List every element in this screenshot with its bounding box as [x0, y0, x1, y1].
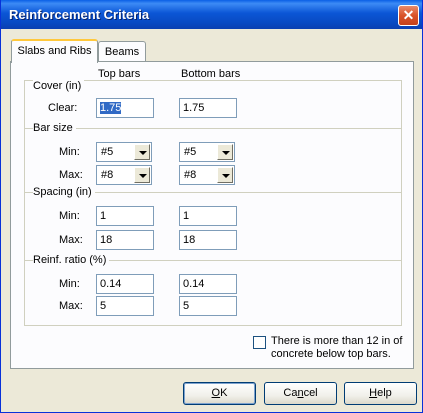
ok-button[interactable]: OK [183, 382, 256, 405]
spacing-min-top-value: 1 [100, 210, 107, 222]
tab-beams[interactable]: Beams [98, 41, 146, 63]
dialog-window: Reinforcement Criteria ✕ Slabs and Ribs … [0, 0, 423, 413]
cover-clear-label: Clear: [48, 102, 78, 114]
bar-size-max-top-value: #8 [101, 169, 114, 181]
cover-top-value: 1.75 [100, 102, 122, 114]
help-label: elp [377, 387, 392, 399]
ratio-min-top-value: 0.14 [100, 278, 122, 290]
tab-beams-label: Beams [104, 46, 140, 58]
ok-accel: O [211, 387, 221, 399]
column-header-top-bars: Top bars [98, 68, 141, 80]
cancel-label-post: cel [303, 387, 318, 399]
ratio-min-bottom-value: 0.14 [183, 278, 205, 290]
spacing-max-bottom-value: 18 [183, 234, 196, 246]
ratio-min-label: Min: [59, 278, 80, 290]
cover-bottom-input[interactable]: 1.75 [179, 98, 237, 118]
tab-slabs-and-ribs[interactable]: Slabs and Ribs [11, 39, 98, 63]
cover-top-input[interactable]: 1.75 [96, 98, 154, 118]
spacing-min-bottom-value: 1 [183, 210, 190, 222]
cancel-button[interactable]: Cancel [264, 382, 337, 405]
group-divider-bar-size [25, 128, 401, 129]
ok-label: K [220, 387, 228, 399]
help-accel: H [369, 387, 378, 399]
cancel-label-pre: Ca [283, 387, 298, 399]
bar-size-max-bottom-select[interactable]: #8 [179, 165, 235, 185]
spacing-max-bottom-input[interactable]: 18 [179, 230, 237, 250]
ratio-max-top-input[interactable]: 5 [96, 296, 154, 316]
concrete-below-checkbox[interactable] [253, 336, 266, 349]
help-button[interactable]: Help [344, 382, 417, 405]
title-bar[interactable]: Reinforcement Criteria ✕ [1, 0, 422, 29]
bar-size-max-top-select[interactable]: #8 [96, 165, 152, 185]
cover-bottom-value: 1.75 [183, 102, 205, 114]
group-cover-title: Cover (in) [33, 80, 85, 93]
ratio-max-label: Max: [59, 300, 83, 312]
chevron-down-icon[interactable] [217, 167, 233, 183]
spacing-min-top-input[interactable]: 1 [96, 206, 154, 226]
group-bar-size-title: Bar size [33, 122, 76, 135]
column-header-bottom-bars: Bottom bars [181, 68, 241, 80]
close-icon[interactable]: ✕ [398, 5, 419, 26]
spacing-max-label: Max: [59, 234, 83, 246]
tab-slabs-and-ribs-label: Slabs and Ribs [17, 45, 92, 57]
spacing-min-label: Min: [59, 210, 80, 222]
ratio-min-top-input[interactable]: 0.14 [96, 274, 154, 294]
ratio-max-bottom-value: 5 [183, 300, 190, 312]
ratio-max-bottom-input[interactable]: 5 [179, 296, 237, 316]
bar-size-max-bottom-value: #8 [184, 169, 197, 181]
concrete-below-label: There is more than 12 in of concrete bel… [271, 335, 403, 360]
chevron-down-icon[interactable] [134, 144, 150, 160]
bar-size-min-bottom-select[interactable]: #5 [179, 142, 235, 162]
ratio-max-top-value: 5 [100, 300, 107, 312]
window-title: Reinforcement Criteria [9, 7, 150, 22]
ratio-min-bottom-input[interactable]: 0.14 [179, 274, 237, 294]
group-spacing-title: Spacing (in) [33, 186, 95, 199]
spacing-max-top-value: 18 [100, 234, 113, 246]
spacing-max-top-input[interactable]: 18 [96, 230, 154, 250]
spacing-min-bottom-input[interactable]: 1 [179, 206, 237, 226]
bar-size-min-label: Min: [59, 146, 80, 158]
chevron-down-icon[interactable] [134, 167, 150, 183]
bar-size-min-top-value: #5 [101, 146, 114, 158]
bar-size-min-top-select[interactable]: #5 [96, 142, 152, 162]
bar-size-max-label: Max: [59, 169, 83, 181]
bar-size-min-bottom-value: #5 [184, 146, 197, 158]
group-ratio-title: Reinf. ratio (%) [33, 254, 110, 267]
chevron-down-icon[interactable] [217, 144, 233, 160]
